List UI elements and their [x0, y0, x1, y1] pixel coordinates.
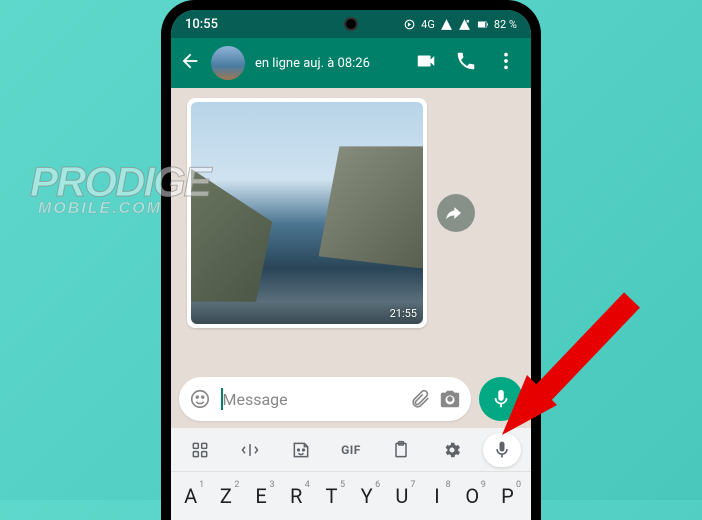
phone-frame: 10:55 4G 82 % en ligne auj. à 08:26: [161, 0, 541, 520]
key-t[interactable]: T5: [316, 484, 351, 508]
key-u[interactable]: U7: [386, 484, 421, 508]
status-bar: 10:55 4G 82 %: [171, 10, 531, 38]
emoji-icon[interactable]: [189, 388, 211, 410]
chat-area[interactable]: 21:55: [171, 88, 531, 370]
contact-status[interactable]: en ligne auj. à 08:26: [255, 56, 405, 71]
message-input[interactable]: Message: [179, 377, 471, 421]
voice-call-button[interactable]: [455, 50, 477, 76]
message-placeholder: Message: [219, 388, 401, 410]
battery-icon: [476, 18, 489, 31]
apps-icon[interactable]: [181, 433, 219, 467]
text-select-icon[interactable]: [231, 433, 269, 467]
image-message[interactable]: 21:55: [187, 98, 427, 328]
signal-icon: [440, 18, 453, 31]
menu-button[interactable]: [495, 50, 517, 76]
key-z[interactable]: Z2: [210, 484, 245, 508]
key-e[interactable]: E3: [245, 484, 280, 508]
attach-icon[interactable]: [409, 388, 431, 410]
key-i[interactable]: I8: [421, 484, 456, 508]
keyboard-toolbar: GIF: [171, 428, 531, 472]
signal-x-icon: [458, 18, 471, 31]
message-time: 21:55: [390, 307, 417, 320]
forward-button[interactable]: [437, 194, 475, 232]
settings-icon[interactable]: [433, 433, 471, 467]
message-input-row: Message: [171, 370, 531, 428]
clipboard-icon[interactable]: [382, 433, 420, 467]
keyboard-mic-button[interactable]: [483, 433, 521, 467]
keyboard-row-1: A1Z2E3R4T5Y6U7I8O9P0: [171, 472, 531, 520]
back-button[interactable]: [179, 50, 201, 76]
front-camera: [344, 17, 358, 31]
key-a[interactable]: A1: [175, 484, 210, 508]
contact-avatar[interactable]: [211, 46, 245, 80]
chat-header: en ligne auj. à 08:26: [171, 38, 531, 88]
camera-icon[interactable]: [439, 388, 461, 410]
key-r[interactable]: R4: [281, 484, 316, 508]
keyboard: GIF A1Z2E3R4T5Y6U7I8O9P0: [171, 428, 531, 520]
network-type: 4G: [421, 18, 435, 31]
image-content: [191, 102, 423, 324]
sticker-icon[interactable]: [282, 433, 320, 467]
key-y[interactable]: Y6: [351, 484, 386, 508]
video-call-button[interactable]: [415, 50, 437, 76]
key-o[interactable]: O9: [457, 484, 492, 508]
battery-percent: 82 %: [494, 18, 517, 31]
key-p[interactable]: P0: [492, 484, 527, 508]
screen: 10:55 4G 82 % en ligne auj. à 08:26: [171, 10, 531, 520]
gif-button[interactable]: GIF: [332, 433, 370, 467]
voice-message-button[interactable]: [479, 377, 523, 421]
clock: 10:55: [185, 17, 218, 32]
volte-icon: [403, 18, 416, 31]
